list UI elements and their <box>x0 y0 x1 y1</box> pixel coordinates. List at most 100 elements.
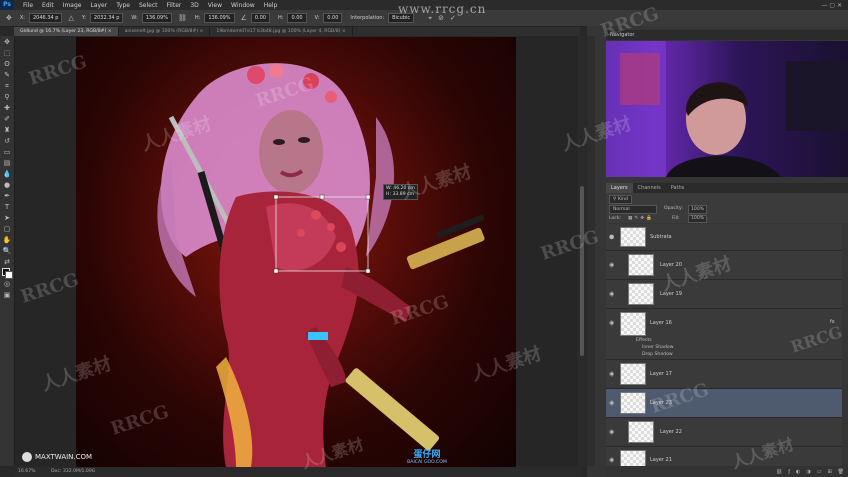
layer-thumbnail <box>628 254 654 276</box>
layer-row[interactable]: ◉ Layer 22 <box>606 418 842 447</box>
adjustment-icon[interactable]: ◑ <box>806 469 810 475</box>
layer-row[interactable]: ◉ Layer 16 fx Effects Inner Shadow Drop … <box>606 309 842 360</box>
path-select-tool-icon[interactable]: ➤ <box>2 213 12 223</box>
menu-3d[interactable]: 3D <box>190 2 198 9</box>
menu-edit[interactable]: Edit <box>42 2 54 9</box>
layer-row[interactable]: ◉ Layer 20 <box>606 251 842 280</box>
tab-channels[interactable]: Channels <box>633 183 666 193</box>
lasso-tool-icon[interactable]: ʘ <box>2 59 12 69</box>
h-field[interactable]: 136.09% <box>204 13 235 23</box>
doc-size: Doc: 332.0M/1.09G <box>51 469 96 474</box>
crop-tool-icon[interactable]: ⌗ <box>2 81 12 91</box>
menu-help[interactable]: Help <box>264 2 278 9</box>
document-tabs: GIdlund @ 16.7% (Layer 23, RGB/8#) × ani… <box>14 27 580 36</box>
tab-document-1[interactable]: GIdlund @ 16.7% (Layer 23, RGB/8#) × <box>14 27 119 36</box>
search-icon: ⚲ <box>613 197 617 202</box>
layer-row[interactable]: ◉ Layer 17 <box>606 360 842 389</box>
menu-type[interactable]: Type <box>116 2 130 9</box>
angle-field[interactable]: 0.00 <box>250 13 270 23</box>
menu-layer[interactable]: Layer <box>90 2 107 9</box>
delete-layer-icon[interactable]: 🗑 <box>838 469 844 475</box>
document-canvas[interactable]: W: 46.20 cm H: 33.89 cm <box>76 37 516 467</box>
quick-select-tool-icon[interactable]: ✎ <box>2 70 12 80</box>
link-layers-icon[interactable]: ⛓ <box>776 469 782 475</box>
window-controls[interactable]: — ▢ ✕ <box>821 2 842 9</box>
transform-handle-tl <box>273 194 279 200</box>
navigator-panel-header[interactable]: Navigator <box>606 30 848 40</box>
healing-tool-icon[interactable]: ✚ <box>2 103 12 113</box>
collapsed-panel-strip[interactable] <box>587 36 595 466</box>
visibility-eye-icon[interactable]: ◉ <box>609 262 614 269</box>
flower-4 <box>325 91 337 103</box>
dodge-tool-icon[interactable]: ● <box>2 180 12 190</box>
move-tool-icon[interactable]: ✥ <box>2 37 12 47</box>
color-swatches[interactable] <box>2 268 13 279</box>
new-group-icon[interactable]: ▭ <box>817 469 822 475</box>
hand-tool-icon[interactable]: ✋ <box>2 235 12 245</box>
menu-view[interactable]: View <box>208 2 222 9</box>
visibility-eye-icon[interactable]: ◉ <box>609 371 614 378</box>
type-tool-icon[interactable]: T <box>2 202 12 212</box>
quick-mask-icon[interactable]: ◎ <box>2 279 12 289</box>
menu-window[interactable]: Window <box>231 2 255 9</box>
eraser-tool-icon[interactable]: ▭ <box>2 147 12 157</box>
swap-colors-icon[interactable]: ⇄ <box>2 257 12 267</box>
gradient-tool-icon[interactable]: ▤ <box>2 158 12 168</box>
fx-badge[interactable]: fx <box>830 319 835 325</box>
marquee-tool-icon[interactable]: ⬚ <box>2 48 12 58</box>
layers-footer: ⛓ ƒ ◐ ◑ ▭ ⊞ 🗑 <box>606 466 848 477</box>
zoom-level[interactable]: 16.67% <box>18 469 36 474</box>
eyedropper-tool-icon[interactable]: ⚲ <box>2 92 12 102</box>
brush-tool-icon[interactable]: ✐ <box>2 114 12 124</box>
shape-tool-icon[interactable]: ▢ <box>2 224 12 234</box>
add-style-icon[interactable]: ƒ <box>788 469 790 475</box>
character-artwork <box>157 63 485 467</box>
hskew-field[interactable]: 0.00 <box>287 13 307 23</box>
vskew-field[interactable]: 0.00 <box>323 13 343 23</box>
add-mask-icon[interactable]: ◐ <box>796 469 800 475</box>
blur-tool-icon[interactable]: 💧 <box>2 169 12 179</box>
layer-name: Subtrata <box>650 234 672 240</box>
visibility-eye-icon[interactable]: ◉ <box>609 457 614 464</box>
screen-mode-icon[interactable]: ▣ <box>2 290 12 300</box>
tab-paths[interactable]: Paths <box>666 183 690 193</box>
menu-file[interactable]: File <box>23 2 33 9</box>
kind-filter[interactable]: ⚲ Kind <box>609 195 632 204</box>
visibility-eye-icon[interactable]: ◉ <box>609 400 614 407</box>
lock-icons[interactable]: ▦✎✥🔒 <box>628 215 654 222</box>
y-field[interactable]: 2032.34 p <box>89 13 124 23</box>
pen-tool-icon[interactable]: ✒ <box>2 191 12 201</box>
layer-row[interactable]: ◉ Layer 19 <box>606 280 842 309</box>
menu-image[interactable]: Image <box>63 2 82 9</box>
new-layer-icon[interactable]: ⊞ <box>827 469 831 475</box>
visibility-eye-icon[interactable]: ◉ <box>609 291 614 298</box>
visibility-eye-icon[interactable]: ● <box>609 234 614 241</box>
zoom-tool-icon[interactable]: 🔍 <box>2 246 12 256</box>
tab-document-3[interactable]: 19bmdomld7e17 b3b48.jpg @ 100% (Layer 4,… <box>210 27 353 36</box>
layer-name: Layer 16 <box>650 320 672 326</box>
layers-controls: ⚲ Kind Normal Opacity: 100% Lock: ▦✎✥🔒 F… <box>606 193 848 223</box>
effect-inner-shadow[interactable]: Inner Shadow <box>642 345 673 350</box>
chain-icon[interactable]: ⛓ <box>178 14 187 22</box>
layer-row[interactable]: ● Subtrata <box>606 224 842 251</box>
visibility-eye-icon[interactable]: ◉ <box>609 320 614 327</box>
tab-document-2[interactable]: anisenelt.jpg @ 100% (RGB/8#) × <box>119 27 211 36</box>
menu-select[interactable]: Select <box>139 2 158 9</box>
history-brush-icon[interactable]: ↺ <box>2 136 12 146</box>
tab-layers[interactable]: Layers <box>606 183 633 193</box>
w-field[interactable]: 136.09% <box>141 13 172 23</box>
stamp-tool-icon[interactable]: ♜ <box>2 125 12 135</box>
effect-drop-shadow[interactable]: Drop Shadow <box>642 352 673 357</box>
opacity-field[interactable]: 100% <box>688 205 708 214</box>
menu-filter[interactable]: Filter <box>167 2 182 9</box>
x-field[interactable]: 2046.34 p <box>29 13 63 23</box>
opacity-label: Opacity: <box>664 206 683 211</box>
webcam-overlay <box>606 41 848 177</box>
blend-mode-select[interactable]: Normal <box>609 205 657 214</box>
scrollbar-thumb[interactable] <box>580 186 584 356</box>
layer-row-selected[interactable]: ◉ Layer 23 <box>606 389 842 418</box>
visibility-eye-icon[interactable]: ◉ <box>609 429 614 436</box>
fill-field[interactable]: 100% <box>688 215 708 223</box>
canvas-vertical-scrollbar[interactable] <box>578 36 586 466</box>
link-icon[interactable]: △ <box>68 14 73 22</box>
